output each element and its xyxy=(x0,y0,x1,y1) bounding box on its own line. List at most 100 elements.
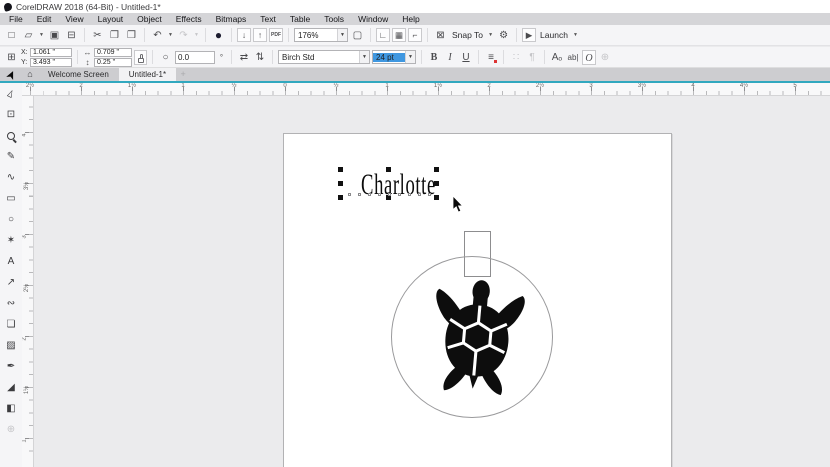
publish-pdf-icon[interactable]: PDF xyxy=(269,28,283,42)
pick-tool[interactable]: ➤ xyxy=(1,67,21,83)
character-node[interactable] xyxy=(358,193,361,196)
chevron-down-icon[interactable]: ▼ xyxy=(405,51,415,63)
bulleted-list-button[interactable]: ∷ xyxy=(509,50,523,65)
show-grid-icon[interactable]: ▦ xyxy=(392,28,406,42)
selection-handle[interactable] xyxy=(434,195,439,200)
transparency-tool[interactable]: ▨ xyxy=(1,335,21,356)
menu-object[interactable]: Object xyxy=(130,13,169,25)
chevron-down-icon[interactable]: ▼ xyxy=(167,32,174,38)
print-icon[interactable]: ⊟ xyxy=(64,28,79,43)
show-guidelines-icon[interactable]: ⌐ xyxy=(408,28,422,42)
paste-icon[interactable]: ❒ xyxy=(124,28,139,43)
horizontal-ruler[interactable]: 2½ 2 1½ 1 ½ 0 ½ 1 1½ 2 2½ 3 3½ 4 4½ 5 xyxy=(22,83,830,96)
menu-help[interactable]: Help xyxy=(395,13,426,25)
font-size-combo[interactable]: 24 pt ▼ xyxy=(372,50,416,64)
save-icon[interactable]: ▣ xyxy=(47,28,62,43)
dimension-tool[interactable]: ↗ xyxy=(1,272,21,293)
chevron-down-icon[interactable]: ▼ xyxy=(359,51,369,63)
freehand-tool[interactable]: ✎ xyxy=(1,146,21,167)
turtle-graphic[interactable] xyxy=(424,278,530,400)
text-tool[interactable]: A xyxy=(1,251,21,272)
character-node[interactable] xyxy=(418,193,421,196)
underline-button[interactable]: U xyxy=(459,50,473,65)
menu-window[interactable]: Window xyxy=(351,13,395,25)
export-icon[interactable]: ↑ xyxy=(253,28,267,42)
menu-bitmaps[interactable]: Bitmaps xyxy=(209,13,254,25)
menu-edit[interactable]: Edit xyxy=(30,13,59,25)
corel-connect-icon[interactable]: ● xyxy=(211,28,226,43)
show-rulers-icon[interactable]: ∟ xyxy=(376,28,390,42)
character-node[interactable] xyxy=(428,193,431,196)
selection-handle[interactable] xyxy=(338,181,343,186)
bold-button[interactable]: B xyxy=(427,50,441,65)
redo-icon[interactable]: ↷ xyxy=(176,28,191,43)
full-screen-preview-icon[interactable]: ▢ xyxy=(350,28,365,43)
lock-ratio-button[interactable] xyxy=(134,49,147,65)
launch-label[interactable]: Launch xyxy=(538,30,570,40)
mirror-horizontal-button[interactable]: ⇄ xyxy=(237,50,251,65)
drop-shadow-tool[interactable]: ❏ xyxy=(1,314,21,335)
italic-button[interactable]: I xyxy=(443,50,457,65)
selection-handle[interactable] xyxy=(338,195,343,200)
crop-tool[interactable]: ⊡ xyxy=(1,104,21,125)
menu-file[interactable]: File xyxy=(2,13,30,25)
welcome-screen-toggle-icon[interactable]: ⊠ xyxy=(433,28,448,43)
add-property-icon[interactable]: ⊕ xyxy=(598,50,612,65)
rotation-angle-field[interactable] xyxy=(175,50,215,64)
import-icon[interactable]: ↓ xyxy=(237,28,251,42)
open-icon[interactable]: ▱ xyxy=(21,28,36,43)
chevron-down-icon[interactable]: ▼ xyxy=(38,32,45,38)
ellipse-tool[interactable]: ○ xyxy=(1,209,21,230)
rectangle-tool[interactable]: ▭ xyxy=(1,188,21,209)
vertical-ruler[interactable]: 4 3½ 3 2½ 2 1½ 1 xyxy=(22,96,34,467)
new-document-icon[interactable]: □ xyxy=(4,28,19,43)
selection-handle[interactable] xyxy=(338,167,343,172)
tab-untitled-1[interactable]: Untitled-1* xyxy=(118,68,177,81)
y-position-field[interactable] xyxy=(30,57,72,67)
selection-handle[interactable] xyxy=(434,181,439,186)
chevron-down-icon[interactable]: ▼ xyxy=(572,32,579,38)
tab-welcome-screen[interactable]: Welcome Screen xyxy=(38,68,119,81)
cut-icon[interactable]: ✂ xyxy=(90,28,105,43)
x-position-field[interactable] xyxy=(30,47,72,57)
zoom-level-combo[interactable]: 176% ▼ xyxy=(294,28,348,42)
character-node[interactable] xyxy=(408,193,411,196)
character-node[interactable] xyxy=(398,193,401,196)
drop-cap-button[interactable]: ¶ xyxy=(525,50,539,65)
character-node[interactable] xyxy=(368,193,371,196)
chevron-down-icon[interactable]: ▼ xyxy=(487,32,494,38)
polygon-tool[interactable]: ✶ xyxy=(1,230,21,251)
interactive-fill-tool[interactable]: ◢ xyxy=(1,377,21,398)
menu-view[interactable]: View xyxy=(58,13,90,25)
shape-tool[interactable]: ▻ xyxy=(1,83,21,104)
object-height-field[interactable] xyxy=(94,57,132,67)
menu-table[interactable]: Table xyxy=(283,13,317,25)
menu-tools[interactable]: Tools xyxy=(317,13,351,25)
menu-text[interactable]: Text xyxy=(253,13,283,25)
zoom-tool[interactable] xyxy=(1,125,21,146)
outline-dialog-button[interactable]: O xyxy=(582,49,596,65)
drawing-canvas[interactable]: Charlotte xyxy=(34,96,830,467)
options-gear-icon[interactable]: ⚙ xyxy=(496,28,511,43)
copy-icon[interactable]: ❐ xyxy=(107,28,122,43)
menu-effects[interactable]: Effects xyxy=(169,13,209,25)
text-alignment-button[interactable]: ≡ xyxy=(484,50,498,65)
object-width-field[interactable] xyxy=(94,47,132,57)
chevron-down-icon[interactable]: ▼ xyxy=(337,29,347,41)
selection-handle[interactable] xyxy=(386,167,391,172)
font-list-combo[interactable]: Birch Std ▼ xyxy=(278,50,370,64)
menu-layout[interactable]: Layout xyxy=(91,13,131,25)
selection-handle[interactable] xyxy=(434,167,439,172)
mirror-vertical-button[interactable]: ⇅ xyxy=(253,50,267,65)
add-tool-button[interactable]: ⊕ xyxy=(1,419,21,440)
undo-icon[interactable]: ↶ xyxy=(150,28,165,43)
new-tab-button[interactable]: + xyxy=(176,68,190,81)
connector-tool[interactable]: ∾ xyxy=(1,293,21,314)
artistic-media-tool[interactable]: ∿ xyxy=(1,167,21,188)
character-formatting-button[interactable]: Aₒ xyxy=(550,50,564,65)
character-node[interactable] xyxy=(378,193,381,196)
home-icon[interactable]: ⌂ xyxy=(22,68,38,81)
character-node[interactable] xyxy=(348,193,351,196)
color-eyedropper-tool[interactable]: ✒ xyxy=(1,356,21,377)
smart-fill-tool[interactable]: ◧ xyxy=(1,398,21,419)
